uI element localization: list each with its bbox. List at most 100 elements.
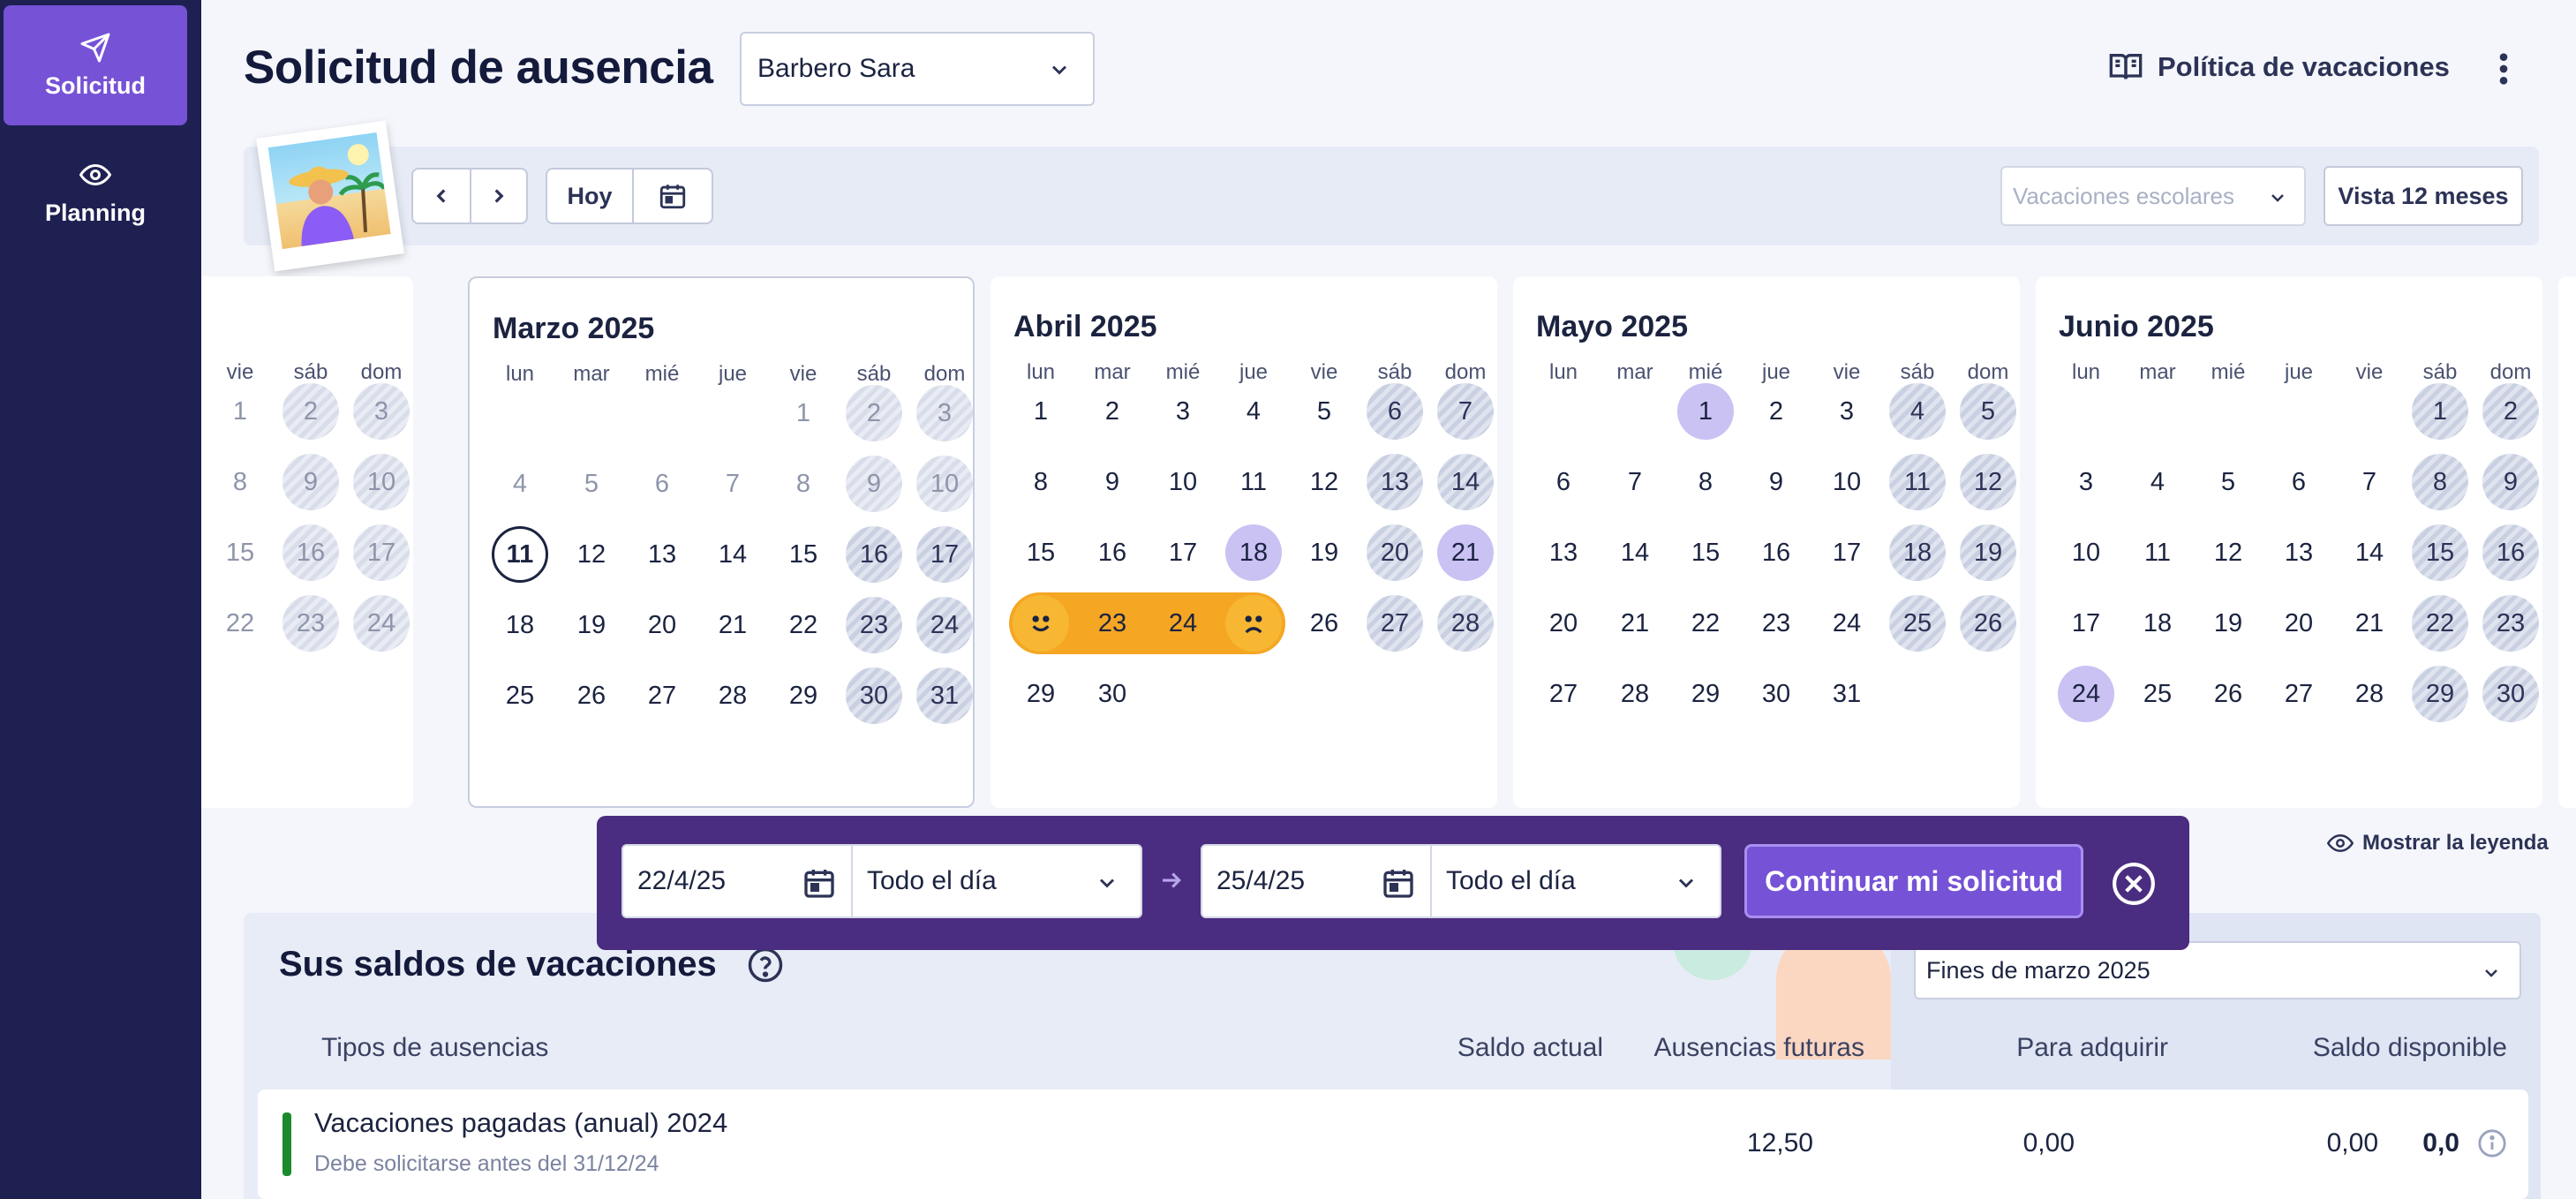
calendar-day[interactable]: 11	[1225, 454, 1282, 510]
calendar-day[interactable]: 7	[704, 456, 761, 512]
calendar-day[interactable]: 20	[634, 597, 690, 653]
calendar-day[interactable]: 15	[212, 524, 268, 581]
calendar-day[interactable]: 3	[1819, 383, 1875, 440]
calendar-day[interactable]: 9	[282, 454, 339, 510]
calendar-day[interactable]: 24	[916, 597, 973, 653]
close-icon[interactable]	[2112, 862, 2156, 906]
calendar-day[interactable]: 22	[775, 597, 832, 653]
calendar-day[interactable]: 14	[2341, 524, 2398, 581]
calendar-day[interactable]: 19	[1960, 524, 2016, 581]
calendar-day[interactable]: 29	[1677, 666, 1734, 722]
info-icon[interactable]	[2477, 1128, 2507, 1158]
calendar-day[interactable]: 28	[2341, 666, 2398, 722]
calendar-day[interactable]: 8	[2412, 454, 2468, 510]
calendar-day[interactable]: 21	[1607, 595, 1663, 652]
calendar-day[interactable]: 4	[1889, 383, 1946, 440]
calendar-day[interactable]: 15	[1013, 524, 1069, 581]
calendar-day[interactable]: 22	[1677, 595, 1734, 652]
calendar-day[interactable]: 25	[1889, 595, 1946, 652]
calendar-day[interactable]: 5	[563, 456, 620, 512]
calendar-day[interactable]: 22	[2412, 595, 2468, 652]
calendar-day[interactable]: 17	[2058, 595, 2114, 652]
calendar-day[interactable]: 2	[1748, 383, 1804, 440]
calendar-day[interactable]: 4	[492, 456, 548, 512]
more-options-icon[interactable]	[2495, 51, 2512, 87]
calendar-day[interactable]: 12	[1296, 454, 1352, 510]
previous-month-button[interactable]	[411, 168, 471, 224]
calendar-day[interactable]: 27	[634, 667, 690, 724]
calendar-day[interactable]: 1	[212, 383, 268, 440]
calendar-day[interactable]: 18	[1889, 524, 1946, 581]
calendar-day[interactable]: 1	[1677, 383, 1734, 440]
calendar-day[interactable]: 16	[2482, 524, 2539, 581]
calendar-day[interactable]: 14	[1607, 524, 1663, 581]
calendar-day[interactable]: 14	[704, 526, 761, 583]
calendar-day[interactable]: 5	[1296, 383, 1352, 440]
continue-request-button[interactable]: Continuar mi solicitud	[1744, 844, 2083, 918]
calendar-day[interactable]: 28	[704, 667, 761, 724]
calendar-day[interactable]: 16	[846, 526, 902, 583]
calendar-day[interactable]: 9	[1748, 454, 1804, 510]
calendar-day[interactable]: 7	[1607, 454, 1663, 510]
calendar-day[interactable]: 12	[563, 526, 620, 583]
calendar-day[interactable]: 1	[1013, 383, 1069, 440]
vacation-policy-link[interactable]: Política de vacaciones	[2106, 49, 2450, 85]
calendar-day[interactable]: 8	[775, 456, 832, 512]
calendar-day[interactable]: 3	[2058, 454, 2114, 510]
calendar-day[interactable]: 1	[2412, 383, 2468, 440]
calendar-day[interactable]: 5	[1960, 383, 2016, 440]
calendar-day[interactable]: 26	[2200, 666, 2256, 722]
calendar-day[interactable]: 6	[634, 456, 690, 512]
calendar-day[interactable]: 2	[2482, 383, 2539, 440]
school-holidays-select[interactable]: Vacaciones escolares	[2000, 166, 2306, 226]
calendar-day[interactable]: 10	[2058, 524, 2114, 581]
calendar-day[interactable]: 20	[1535, 595, 1592, 652]
calendar-day[interactable]	[1013, 595, 1069, 652]
calendar-day[interactable]: 17	[916, 526, 973, 583]
calendar-day[interactable]: 28	[1437, 595, 1494, 652]
calendar-day[interactable]: 21	[2341, 595, 2398, 652]
calendar-day[interactable]: 10	[1155, 454, 1211, 510]
calendar-day[interactable]: 30	[846, 667, 902, 724]
calendar-day[interactable]: 12	[1960, 454, 2016, 510]
calendar-day[interactable]: 20	[1367, 524, 1423, 581]
calendar-day[interactable]: 11	[492, 526, 548, 583]
calendar-day[interactable]: 7	[2341, 454, 2398, 510]
calendar-day[interactable]: 17	[1819, 524, 1875, 581]
calendar-day[interactable]: 31	[1819, 666, 1875, 722]
calendar-day[interactable]: 4	[1225, 383, 1282, 440]
calendar-day[interactable]: 17	[353, 524, 410, 581]
calendar-day[interactable]: 1	[775, 385, 832, 441]
calendar-day[interactable]: 6	[1535, 454, 1592, 510]
twelve-month-view-button[interactable]: Vista 12 meses	[2324, 166, 2523, 226]
calendar-day[interactable]: 19	[2200, 595, 2256, 652]
calendar-day[interactable]: 9	[846, 456, 902, 512]
show-legend-link[interactable]: Mostrar la leyenda	[2327, 830, 2549, 856]
calendar-day[interactable]: 16	[1084, 524, 1141, 581]
calendar-day[interactable]: 11	[1889, 454, 1946, 510]
calendar-day[interactable]: 28	[1607, 666, 1663, 722]
calendar-day[interactable]: 24	[2058, 666, 2114, 722]
calendar-day[interactable]: 23	[1084, 595, 1141, 652]
calendar-day[interactable]: 18	[1225, 524, 1282, 581]
calendar-day[interactable]: 19	[1296, 524, 1352, 581]
calendar-day[interactable]: 2	[282, 383, 339, 440]
calendar-day[interactable]: 4	[2129, 454, 2186, 510]
calendar-day[interactable]: 9	[1084, 454, 1141, 510]
employee-select[interactable]: Barbero Sara	[740, 32, 1095, 106]
calendar-day[interactable]: 2	[1084, 383, 1141, 440]
calendar-day[interactable]: 13	[2271, 524, 2327, 581]
calendar-day[interactable]: 17	[1155, 524, 1211, 581]
calendar-day[interactable]: 18	[2129, 595, 2186, 652]
calendar-day[interactable]: 26	[563, 667, 620, 724]
calendar-day[interactable]: 18	[492, 597, 548, 653]
calendar-day[interactable]: 3	[1155, 383, 1211, 440]
calendar-day[interactable]: 27	[1367, 595, 1423, 652]
calendar-day[interactable]: 7	[1437, 383, 1494, 440]
calendar-day[interactable]: 21	[704, 597, 761, 653]
calendar-day[interactable]: 15	[2412, 524, 2468, 581]
today-button[interactable]: Hoy	[546, 168, 634, 224]
calendar-day[interactable]: 2	[846, 385, 902, 441]
next-month-button[interactable]	[470, 168, 528, 224]
calendar-day[interactable]: 10	[916, 456, 973, 512]
